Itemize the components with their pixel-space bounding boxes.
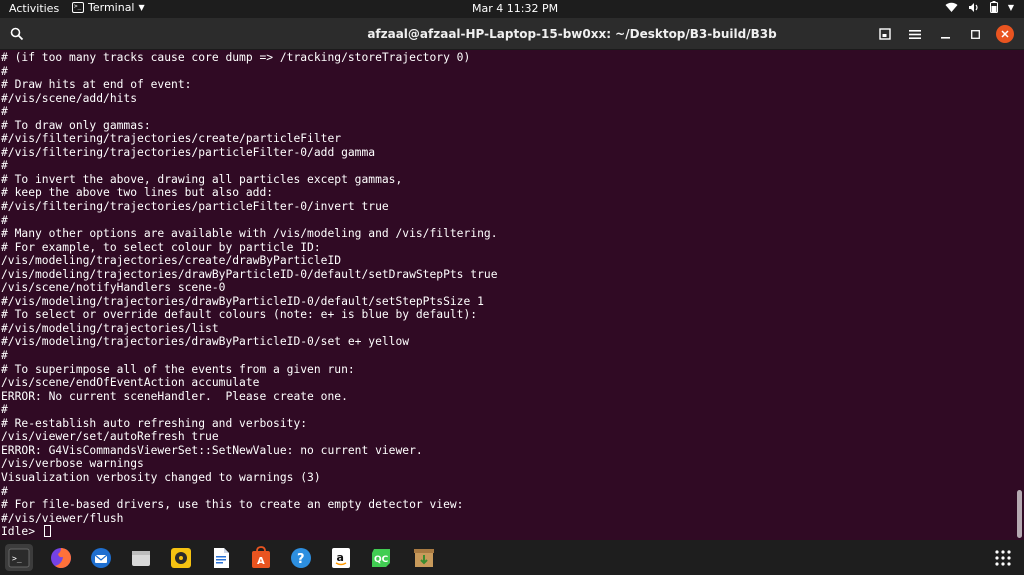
- firefox-icon: [51, 547, 71, 568]
- dock-show-applications[interactable]: [989, 544, 1017, 571]
- wifi-icon: [945, 2, 958, 12]
- new-tab-icon: [879, 28, 891, 40]
- menu-icon: [909, 29, 921, 39]
- terminal-line: /vis/viewer/set/autoRefresh true: [1, 430, 219, 444]
- terminal-line: #/vis/scene/add/hits: [1, 91, 138, 105]
- battery-icon: [989, 1, 998, 13]
- terminal-line: # For file-based drivers, use this to cr…: [1, 498, 464, 512]
- dock-qtcreator[interactable]: QC: [367, 544, 395, 571]
- terminal-line: # Many other options are available with …: [1, 227, 498, 241]
- terminal-line: #/vis/modeling/trajectories/drawByPartic…: [1, 294, 484, 308]
- clock[interactable]: Mar 4 11:32 PM: [472, 2, 558, 15]
- system-tray[interactable]: ▼: [945, 1, 1014, 13]
- terminal-line: # For example, to select colour by parti…: [1, 240, 321, 254]
- software-center-icon: A: [252, 545, 270, 568]
- archive-manager-icon: [414, 548, 434, 567]
- app-menu[interactable]: >_ Terminal ▼: [72, 1, 145, 14]
- terminal-line: ERROR: No current sceneHandler. Please c…: [1, 389, 348, 403]
- terminal-line: # keep the above two lines but also add:: [1, 186, 274, 200]
- terminal-line: /vis/scene/endOfEventAction accumulate: [1, 376, 260, 390]
- terminal-line: #/vis/filtering/trajectories/particleFil…: [1, 200, 389, 214]
- terminal-line: #: [1, 484, 8, 498]
- help-icon: ?: [291, 547, 311, 568]
- terminal-line: #/vis/viewer/flush: [1, 511, 124, 525]
- terminal-icon: >_: [8, 548, 30, 567]
- terminal-output[interactable]: # (if too many tracks cause core dump =>…: [0, 50, 1014, 540]
- terminal-line: /vis/scene/notifyHandlers scene-0: [1, 281, 226, 295]
- dock-help[interactable]: ?: [287, 544, 315, 571]
- dock-terminal[interactable]: >_: [5, 544, 33, 571]
- minimize-icon: [940, 36, 950, 39]
- app-menu-label: Terminal: [88, 1, 135, 14]
- restore-button[interactable]: [966, 25, 984, 43]
- svg-text:A: A: [257, 556, 265, 567]
- terminal-cursor: [43, 525, 51, 538]
- terminal-app-icon: >_: [72, 2, 84, 13]
- terminal-line: /vis/modeling/trajectories/drawByParticl…: [1, 267, 498, 281]
- terminal-line: #: [1, 403, 8, 417]
- dock-software[interactable]: A: [247, 544, 275, 571]
- writer-icon: [214, 547, 229, 568]
- svg-text:a: a: [337, 551, 344, 564]
- terminal-header-bar: afzaal@afzaal-HP-Laptop-15-bw0xx: ~/Desk…: [0, 18, 1024, 50]
- top-bar: Activities >_ Terminal ▼ Mar 4 11:32 PM …: [0, 0, 1024, 18]
- terminal-line: #/vis/filtering/trajectories/create/part…: [1, 132, 342, 146]
- activities-button[interactable]: Activities: [9, 2, 59, 15]
- svg-text:QC: QC: [374, 555, 389, 565]
- terminal-line: # To superimpose all of the events from …: [1, 362, 355, 376]
- dock-files[interactable]: [127, 544, 155, 571]
- new-tab-button[interactable]: [876, 25, 894, 43]
- terminal-prompt: Idle>: [1, 525, 42, 539]
- terminal-line: #: [1, 349, 8, 363]
- terminal-line: # To draw only gammas:: [1, 118, 151, 132]
- terminal-line: /vis/verbose warnings: [1, 457, 144, 471]
- terminal-line: #/vis/filtering/trajectories/particleFil…: [1, 145, 376, 159]
- dock-writer[interactable]: [207, 544, 235, 571]
- terminal-prompt-line[interactable]: Idle>: [1, 525, 1014, 539]
- dock-amazon[interactable]: a: [327, 544, 355, 571]
- hamburger-menu-button[interactable]: [906, 25, 924, 43]
- window-controls: [876, 25, 1014, 43]
- terminal-line: Visualization verbosity changed to warni…: [1, 470, 321, 484]
- svg-text:?: ?: [297, 552, 305, 567]
- terminal-line: #/vis/modeling/trajectories/list: [1, 321, 219, 335]
- close-icon: [1001, 30, 1009, 38]
- volume-icon: [968, 2, 978, 12]
- terminal-line: # Re-establish auto refreshing and verbo…: [1, 416, 308, 430]
- terminal-line: #/vis/modeling/trajectories/drawByPartic…: [1, 335, 410, 349]
- dock-archive[interactable]: [410, 544, 438, 571]
- terminal-line: #: [1, 105, 8, 119]
- terminal-scrollbar[interactable]: [1015, 50, 1024, 540]
- terminal-line: # (if too many tracks cause core dump =>…: [1, 51, 471, 64]
- terminal-line: # To invert the above, drawing all parti…: [1, 172, 403, 186]
- amazon-icon: a: [332, 547, 350, 568]
- window-title: afzaal@afzaal-HP-Laptop-15-bw0xx: ~/Desk…: [367, 27, 777, 41]
- dock-thunderbird[interactable]: [87, 544, 115, 571]
- minimize-button[interactable]: [936, 25, 954, 43]
- svg-text:>_: >_: [12, 554, 22, 563]
- restore-icon: [970, 29, 980, 39]
- rhythmbox-icon: [171, 547, 191, 568]
- terminal-line: # To select or override default colours …: [1, 308, 478, 322]
- terminal-line: /vis/modeling/trajectories/create/drawBy…: [1, 254, 342, 268]
- terminal-line: ERROR: G4VisCommandsViewerSet::SetNewVal…: [1, 443, 423, 457]
- chevron-down-icon: ▼: [1007, 2, 1014, 12]
- dock-firefox[interactable]: [47, 544, 75, 571]
- qt-creator-icon: QC: [372, 548, 390, 567]
- dock: >_ A ? a QC: [0, 540, 1024, 575]
- terminal-line: #: [1, 159, 8, 173]
- scrollbar-thumb[interactable]: [1017, 490, 1022, 538]
- chevron-down-icon: ▼: [138, 3, 145, 12]
- dock-rhythmbox[interactable]: [167, 544, 195, 571]
- terminal-line: #: [1, 213, 8, 227]
- files-icon: [132, 550, 150, 566]
- terminal-line: # Draw hits at end of event:: [1, 78, 192, 92]
- show-apps-icon: [995, 549, 1011, 566]
- terminal-line: #: [1, 64, 8, 78]
- close-button[interactable]: [996, 25, 1014, 43]
- thunderbird-icon: [91, 547, 111, 568]
